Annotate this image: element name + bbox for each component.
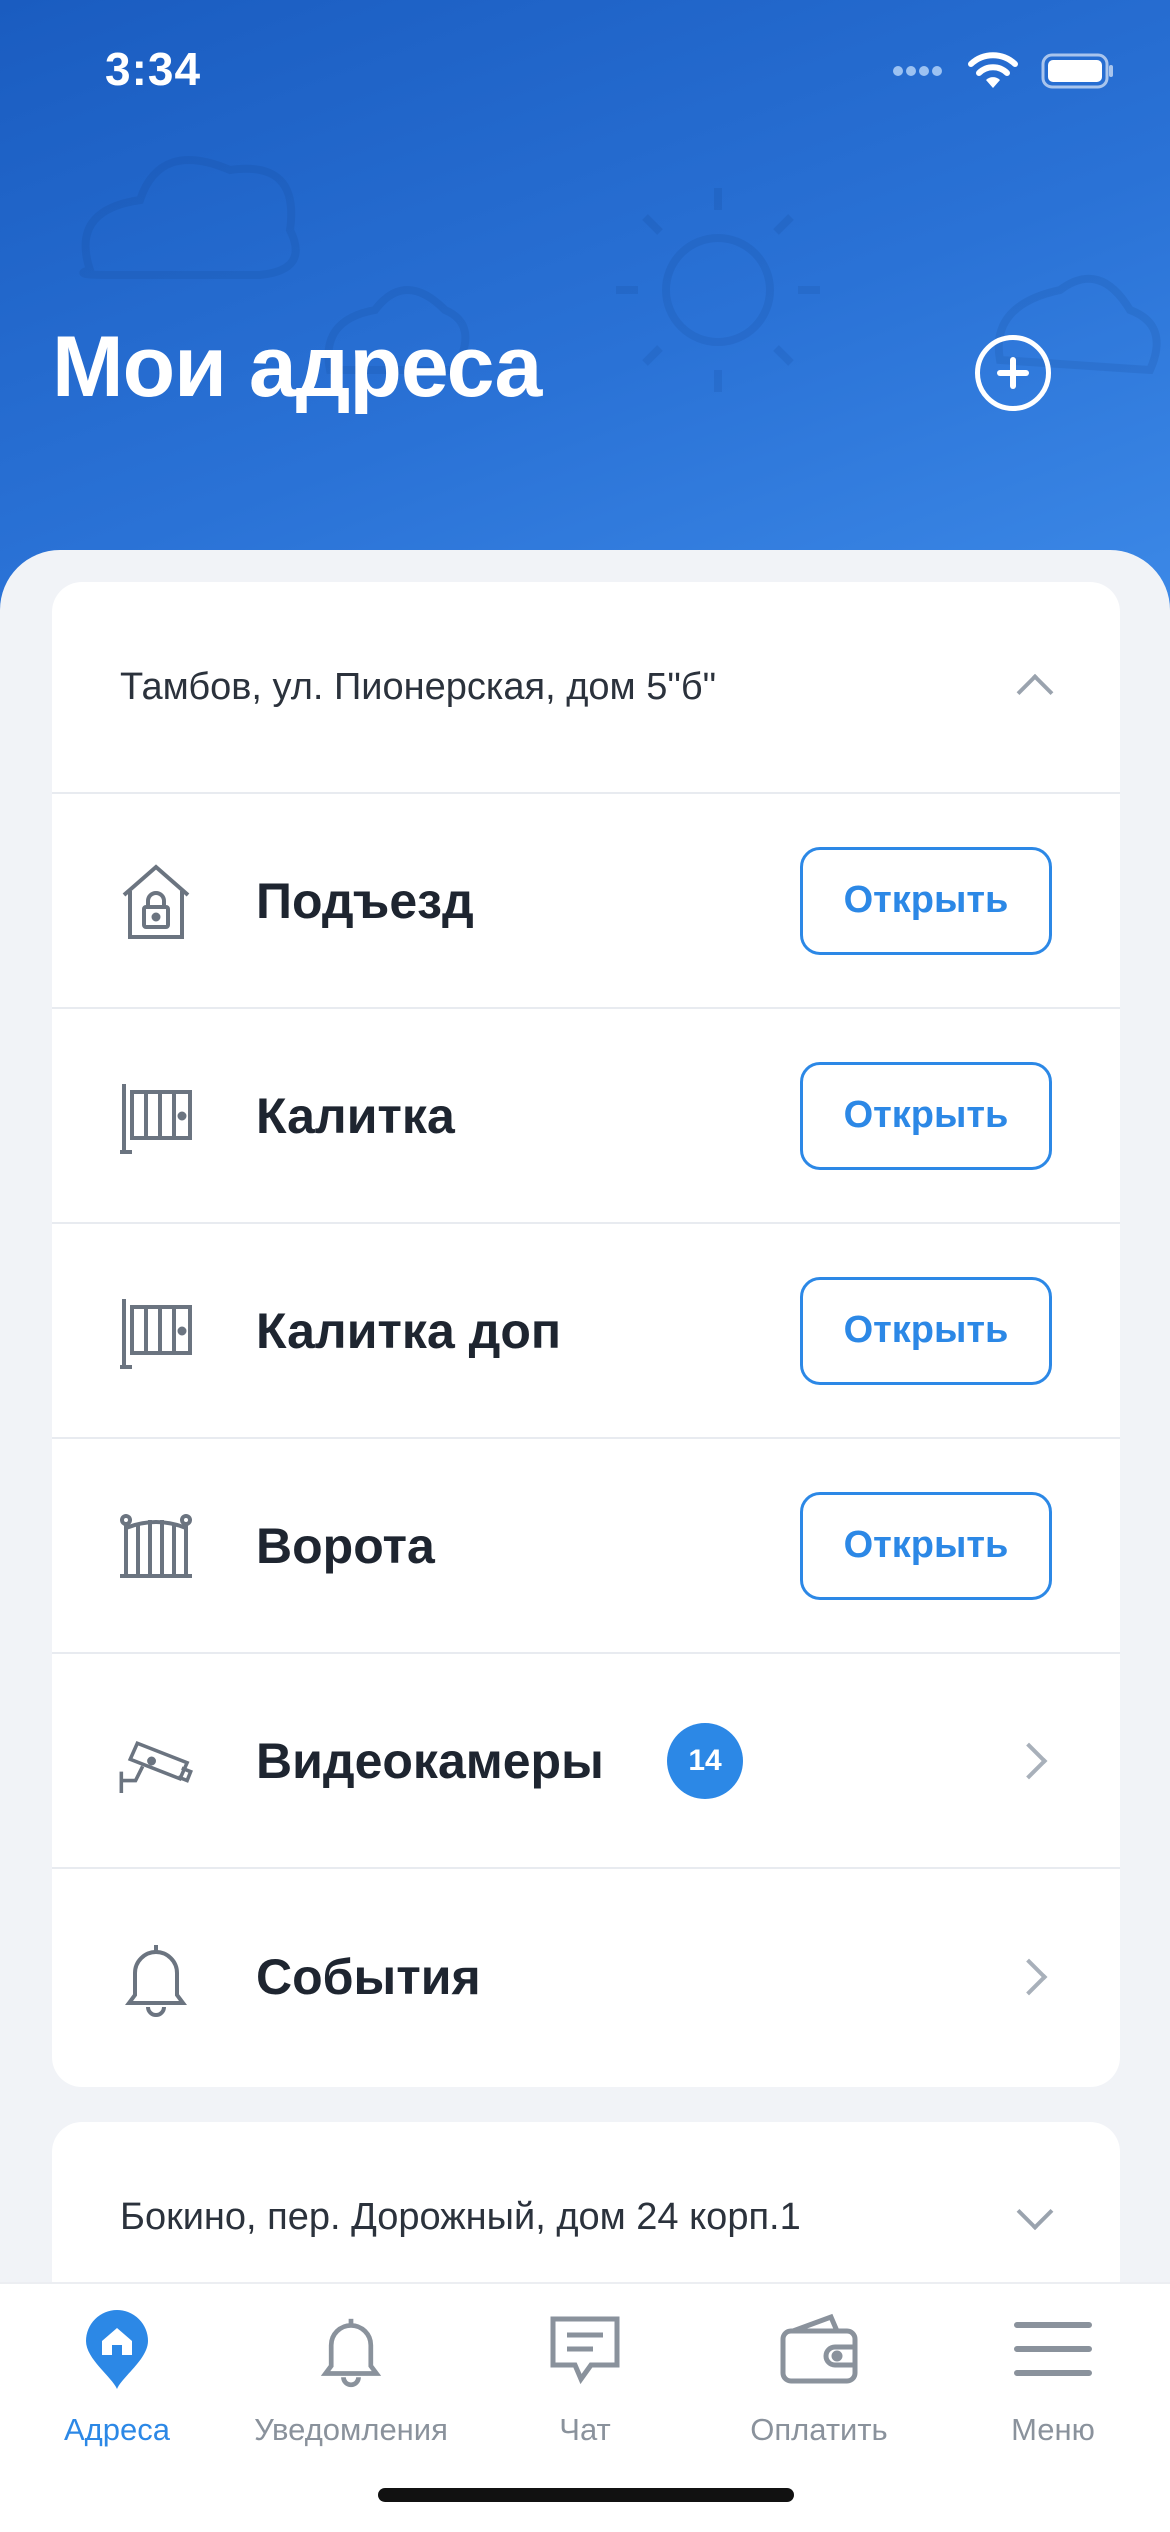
gates-icon	[116, 1506, 196, 1586]
home-indicator[interactable]	[378, 2488, 794, 2502]
bell-icon	[116, 1937, 196, 2017]
cameras-row[interactable]: Видеокамеры 14	[52, 1654, 1120, 1869]
header: 3:34 Мои адреса	[0, 0, 1170, 640]
status-time: 3:34	[105, 43, 202, 95]
chevron-right-icon	[1010, 1958, 1048, 1995]
menu-icon	[1008, 2304, 1098, 2394]
gate-row: Калитка Открыть	[52, 1009, 1120, 1224]
entrance-row: Подъезд Открыть	[52, 794, 1120, 1009]
open-entrance-button[interactable]: Открыть	[800, 846, 1052, 955]
cameras-count-badge: 14	[667, 1722, 743, 1799]
open-gates-button[interactable]: Открыть	[800, 1491, 1052, 1600]
row-label: Ворота	[256, 1517, 435, 1574]
row-label: Подъезд	[256, 872, 474, 929]
signal-icon	[893, 66, 942, 76]
home-pin-icon	[72, 2304, 162, 2394]
chevron-up-icon[interactable]	[1016, 673, 1054, 711]
tab-chat[interactable]: Чат	[468, 2304, 702, 2504]
chat-icon	[540, 2304, 630, 2394]
building-lock-icon	[116, 861, 196, 941]
camera-icon	[116, 1721, 196, 1801]
status-icons	[893, 52, 1115, 90]
chevron-down-icon[interactable]	[1016, 2193, 1054, 2231]
chevron-right-icon	[1010, 1742, 1048, 1779]
battery-icon	[1041, 53, 1113, 89]
open-gate-extra-button[interactable]: Открыть	[800, 1276, 1052, 1385]
gate-extra-row: Калитка доп Открыть	[52, 1224, 1120, 1439]
row-label: События	[256, 1948, 481, 2005]
row-label: Калитка доп	[256, 1302, 562, 1359]
bell-icon	[306, 2304, 396, 2394]
gate-door-icon	[116, 1076, 196, 1156]
page-title: Мои адреса	[52, 319, 542, 415]
address-card: Тамбов, ул. Пионерская, дом 5"б" Подъезд…	[52, 582, 1120, 2087]
gates-row: Ворота Открыть	[52, 1439, 1120, 1654]
tab-label: Адреса	[64, 2412, 170, 2447]
gate-door-icon	[116, 1291, 196, 1371]
tab-menu[interactable]: Меню	[936, 2304, 1170, 2504]
add-address-button[interactable]	[975, 335, 1051, 411]
open-gate-button[interactable]: Открыть	[800, 1061, 1052, 1170]
address-title: Тамбов, ул. Пионерская, дом 5"б"	[120, 665, 717, 708]
tab-label: Чат	[559, 2412, 611, 2447]
tab-pay[interactable]: Оплатить	[702, 2304, 936, 2504]
tab-label: Оплатить	[750, 2412, 888, 2447]
tab-label: Меню	[1011, 2412, 1095, 2447]
events-row[interactable]: События	[52, 1869, 1120, 2084]
wallet-icon	[774, 2304, 864, 2394]
row-label: Калитка	[256, 1087, 455, 1144]
address-title: Бокино, пер. Дорожный, дом 24 корп.1	[120, 2195, 801, 2238]
wifi-icon	[968, 52, 1018, 88]
tab-label: Уведомления	[254, 2412, 448, 2447]
tab-notifications[interactable]: Уведомления	[234, 2304, 468, 2504]
row-label: Видеокамеры	[256, 1732, 604, 1789]
address-card-header[interactable]: Тамбов, ул. Пионерская, дом 5"б"	[52, 582, 1120, 794]
tab-addresses[interactable]: Адреса	[0, 2304, 234, 2504]
status-bar: 3:34	[0, 0, 1170, 150]
